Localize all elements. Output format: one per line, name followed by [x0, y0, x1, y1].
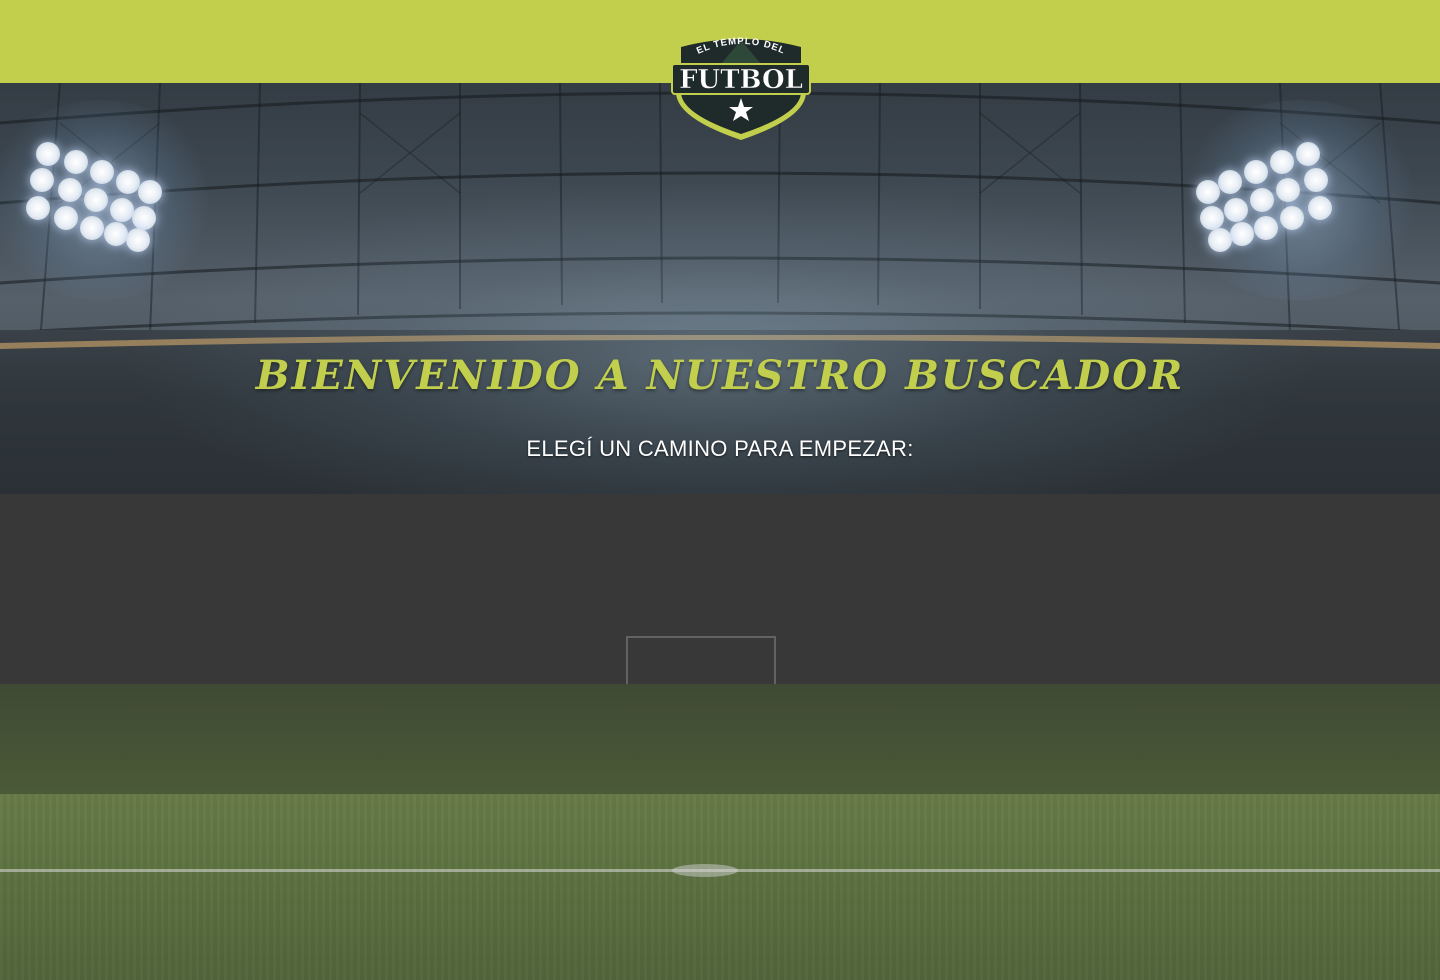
page-title: BIENVENIDO A NUESTRO BUSCADOR	[255, 352, 1185, 399]
pitch-far	[0, 684, 1440, 794]
pitch-overlay	[0, 794, 1440, 980]
logo-main-text: FUTBOL	[679, 65, 803, 95]
goal-post	[626, 636, 776, 686]
el-templo-del-futbol-logo[interactable]: EL TEMPLO DEL FUTBOL	[666, 30, 816, 142]
left-floodlight-icon	[26, 140, 166, 252]
center-spot	[672, 864, 738, 877]
stadium-background	[0, 0, 1440, 980]
right-floodlight-icon	[1196, 140, 1336, 252]
page-subtitle: ELEGÍ UN CAMINO PARA EMPEZAR:	[526, 436, 914, 461]
landing-page: EL TEMPLO DEL FUTBOL BIENVENIDO A NUESTR…	[0, 0, 1440, 980]
